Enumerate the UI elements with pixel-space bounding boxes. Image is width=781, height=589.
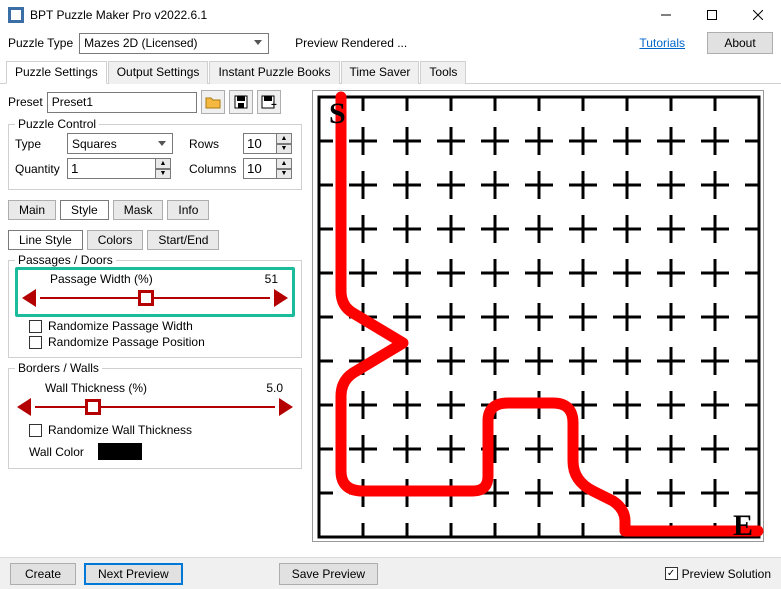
cols-down-icon[interactable]: ▼ bbox=[277, 169, 292, 180]
slider-right-arrow-icon[interactable] bbox=[274, 289, 288, 307]
randomize-wall-thickness-checkbox[interactable]: Randomize Wall Thickness bbox=[29, 423, 295, 437]
checkbox-icon bbox=[29, 336, 42, 349]
randomize-passage-width-label: Randomize Passage Width bbox=[48, 319, 193, 333]
subtab-style[interactable]: Style bbox=[60, 200, 109, 220]
slider-left-arrow-icon[interactable] bbox=[17, 398, 31, 416]
sub-tabs: Main Style Mask Info bbox=[8, 200, 302, 220]
wall-thickness-slider[interactable] bbox=[17, 397, 293, 417]
about-button[interactable]: About bbox=[707, 32, 773, 54]
slider-thumb[interactable] bbox=[85, 399, 101, 415]
tab-time-saver[interactable]: Time Saver bbox=[341, 61, 420, 84]
preset-input[interactable] bbox=[47, 92, 197, 113]
save-as-button[interactable]: + bbox=[257, 90, 281, 114]
quantity-input[interactable] bbox=[67, 158, 156, 179]
maze-start-label: S bbox=[329, 97, 346, 130]
wall-thickness-value: 5.0 bbox=[266, 381, 283, 395]
app-icon bbox=[8, 7, 24, 23]
rows-down-icon[interactable]: ▼ bbox=[277, 144, 292, 155]
minimize-button[interactable] bbox=[643, 0, 689, 30]
puzzle-control-title: Puzzle Control bbox=[15, 117, 99, 131]
type-label: Type bbox=[15, 137, 61, 151]
styletab-line-style[interactable]: Line Style bbox=[8, 230, 83, 250]
randomize-passage-position-checkbox[interactable]: Randomize Passage Position bbox=[29, 335, 295, 349]
borders-group: Borders / Walls Wall Thickness (%) 5.0 R… bbox=[8, 368, 302, 469]
quantity-spinner[interactable]: ▲▼ bbox=[67, 158, 173, 179]
wall-color-row: Wall Color bbox=[29, 443, 295, 460]
chevron-down-icon bbox=[250, 35, 266, 52]
borders-title: Borders / Walls bbox=[15, 361, 102, 375]
checkbox-icon bbox=[29, 320, 42, 333]
puzzle-type-select[interactable]: Mazes 2D (Licensed) bbox=[79, 33, 269, 54]
columns-input[interactable] bbox=[243, 158, 277, 179]
maze-end-label: E bbox=[733, 509, 753, 542]
preview-status: Preview Rendered ... bbox=[295, 36, 407, 50]
subtab-mask[interactable]: Mask bbox=[113, 200, 164, 220]
main-tabs: Puzzle Settings Output Settings Instant … bbox=[0, 60, 781, 84]
slider-left-arrow-icon[interactable] bbox=[22, 289, 36, 307]
maze-preview: S E bbox=[312, 90, 764, 542]
wall-color-label: Wall Color bbox=[29, 445, 84, 459]
passage-width-highlight: Passage Width (%) 51 bbox=[15, 267, 295, 317]
randomize-passage-position-label: Randomize Passage Position bbox=[48, 335, 205, 349]
svg-text:+: + bbox=[271, 100, 277, 109]
tab-output-settings[interactable]: Output Settings bbox=[108, 61, 209, 84]
puzzle-type-label: Puzzle Type bbox=[8, 36, 73, 50]
wall-color-swatch[interactable] bbox=[98, 443, 142, 460]
passage-width-label: Passage Width (%) bbox=[50, 272, 153, 286]
quantity-label: Quantity bbox=[15, 162, 61, 176]
wall-thickness-label: Wall Thickness (%) bbox=[45, 381, 147, 395]
slider-right-arrow-icon[interactable] bbox=[279, 398, 293, 416]
slider-thumb[interactable] bbox=[138, 290, 154, 306]
preview-solution-checkbox[interactable]: ✓ Preview Solution bbox=[665, 567, 771, 581]
maximize-button[interactable] bbox=[689, 0, 735, 30]
preview-solution-label: Preview Solution bbox=[682, 567, 771, 581]
columns-spinner[interactable]: ▲▼ bbox=[243, 158, 292, 179]
randomize-wall-thickness-label: Randomize Wall Thickness bbox=[48, 423, 192, 437]
chevron-down-icon bbox=[154, 135, 170, 152]
checkbox-icon bbox=[29, 424, 42, 437]
preset-label: Preset bbox=[8, 95, 43, 109]
save-preview-button[interactable]: Save Preview bbox=[279, 563, 378, 585]
passage-width-value: 51 bbox=[265, 272, 278, 286]
puzzle-control-group: Puzzle Control Type Squares Rows ▲▼ Quan… bbox=[8, 124, 302, 190]
subtab-info[interactable]: Info bbox=[167, 200, 209, 220]
type-value: Squares bbox=[72, 137, 117, 151]
tutorials-link[interactable]: Tutorials bbox=[639, 36, 685, 50]
next-preview-button[interactable]: Next Preview bbox=[84, 563, 183, 585]
qty-down-icon[interactable]: ▼ bbox=[156, 169, 171, 180]
tab-instant-puzzle-books[interactable]: Instant Puzzle Books bbox=[209, 61, 339, 84]
styletab-start-end[interactable]: Start/End bbox=[147, 230, 219, 250]
qty-up-icon[interactable]: ▲ bbox=[156, 158, 171, 169]
cols-up-icon[interactable]: ▲ bbox=[277, 158, 292, 169]
rows-up-icon[interactable]: ▲ bbox=[277, 133, 292, 144]
passage-width-slider[interactable] bbox=[22, 288, 288, 308]
rows-spinner[interactable]: ▲▼ bbox=[243, 133, 292, 154]
window-title: BPT Puzzle Maker Pro v2022.6.1 bbox=[30, 8, 643, 22]
create-button[interactable]: Create bbox=[10, 563, 76, 585]
subtab-main[interactable]: Main bbox=[8, 200, 56, 220]
open-folder-button[interactable] bbox=[201, 90, 225, 114]
puzzle-type-value: Mazes 2D (Licensed) bbox=[84, 36, 197, 50]
columns-label: Columns bbox=[189, 162, 237, 176]
style-tabs: Line Style Colors Start/End bbox=[8, 230, 302, 250]
tab-puzzle-settings[interactable]: Puzzle Settings bbox=[6, 61, 107, 84]
checkbox-checked-icon: ✓ bbox=[665, 567, 678, 580]
passages-group: Passages / Doors Passage Width (%) 51 Ra… bbox=[8, 260, 302, 358]
close-button[interactable] bbox=[735, 0, 781, 30]
styletab-colors[interactable]: Colors bbox=[87, 230, 144, 250]
tab-tools[interactable]: Tools bbox=[420, 61, 466, 84]
type-select[interactable]: Squares bbox=[67, 133, 173, 154]
save-button[interactable] bbox=[229, 90, 253, 114]
rows-input[interactable] bbox=[243, 133, 277, 154]
passages-title: Passages / Doors bbox=[15, 253, 116, 267]
rows-label: Rows bbox=[189, 137, 237, 151]
randomize-passage-width-checkbox[interactable]: Randomize Passage Width bbox=[29, 319, 295, 333]
